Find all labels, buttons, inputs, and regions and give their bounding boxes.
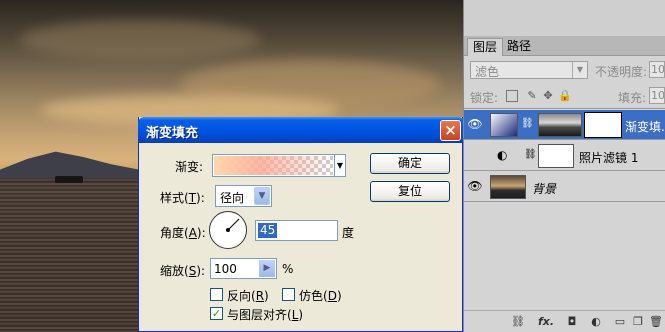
blend-mode-value: 滤色	[475, 65, 500, 79]
mask-icon[interactable]: ◘	[564, 314, 580, 330]
brush-icon[interactable]: ✎	[526, 90, 538, 102]
gradient-preview[interactable]	[212, 154, 335, 177]
fx-icon[interactable]: fx.	[536, 314, 556, 330]
close-button[interactable]: ×	[440, 120, 461, 141]
move-icon[interactable]: ✥	[542, 90, 554, 102]
lock-transparency-icon[interactable]	[506, 90, 518, 102]
dialog-title: 渐变填充	[146, 126, 199, 141]
layer-name: 照片滤镜 1	[579, 151, 639, 165]
layers-panel: 图层 路径 滤色 ▼ 不透明度: 100 锁定: ✎ ✥ 🔒 填充: 100 👁…	[463, 0, 665, 332]
adjustment-icon: ◐	[497, 148, 508, 162]
angle-input[interactable]: 45	[255, 220, 338, 241]
reset-button-label: 复位	[397, 184, 422, 198]
layer-row-photo-filter[interactable]: ◐ ⛓ 照片滤镜 1	[464, 141, 665, 171]
tab-layers[interactable]: 图层	[467, 38, 504, 56]
trash-icon[interactable]: 🗑	[648, 314, 664, 330]
ok-button[interactable]: 确定	[370, 153, 450, 174]
fill-label: 填充:	[618, 91, 647, 105]
triangle-right-icon[interactable]: ▶	[259, 260, 275, 277]
opacity-label: 不透明度:	[595, 65, 648, 79]
boat	[55, 176, 83, 183]
ok-button-label: 确定	[397, 156, 422, 170]
align-label: 与图层对齐(L)	[227, 308, 304, 322]
gradient-thumbnail	[490, 113, 518, 137]
scale-unit: %	[282, 262, 294, 276]
angle-input-value: 45	[258, 223, 278, 238]
gradient-label: 渐变:	[175, 160, 204, 174]
new-layer-icon[interactable]: ❐	[630, 314, 646, 330]
chevron-down-icon[interactable]: ▼	[254, 187, 270, 205]
panel-top-strip	[464, 0, 665, 36]
angle-label: 角度(A):	[160, 226, 206, 240]
style-label: 样式(T):	[160, 191, 205, 205]
adjustment-icon[interactable]: ◐	[588, 314, 604, 330]
dither-label: 仿色(D)	[299, 289, 342, 303]
white-mask-thumbnail	[584, 112, 622, 138]
link-icon[interactable]: ⛓	[510, 314, 526, 330]
style-select-value: 径向	[220, 191, 245, 205]
dialog-titlebar[interactable]: 渐变填充 ×	[138, 117, 465, 143]
blend-opacity-row: 滤色 ▼ 不透明度: 100	[464, 56, 665, 84]
eye-icon[interactable]: 👁	[467, 117, 483, 131]
eye-icon[interactable]: 👁	[467, 179, 483, 193]
lock-row: 锁定: ✎ ✥ 🔒 填充: 100	[464, 84, 665, 109]
scale-label: 缩放(S):	[160, 264, 206, 278]
panel-tabs: 图层 路径	[464, 36, 665, 56]
layer-mask-thumbnail	[538, 144, 574, 168]
layer-mask-thumbnail	[538, 113, 582, 137]
style-select[interactable]: 径向 ▼	[215, 185, 272, 207]
layer-name: 背景	[532, 182, 557, 196]
reverse-label: 反向(R)	[227, 289, 269, 303]
opacity-input[interactable]: 100	[649, 61, 665, 78]
reset-button[interactable]: 复位	[370, 181, 450, 202]
layer-row-gradient-fill[interactable]: 👁 ⛓ 渐变填...	[464, 110, 665, 140]
gradient-fill-dialog: 渐变填充 × 渐变: ▼ 确定 复位 样式(T): 径向 ▼ 角度(A): 45…	[138, 117, 465, 332]
angle-unit: 度	[342, 226, 355, 240]
scale-input-value: 100	[214, 262, 237, 276]
angle-dial[interactable]	[209, 211, 247, 249]
tab-paths[interactable]: 路径	[502, 38, 536, 56]
gradient-dropdown-arrow[interactable]: ▼	[335, 154, 346, 177]
layers-panel-footer: ⛓ fx. ◘ ◐ ▭ ❐ 🗑	[464, 310, 665, 332]
layer-name: 渐变填...	[625, 120, 665, 134]
checkmark-icon: ✓	[211, 307, 222, 320]
lock-icon[interactable]: 🔒	[558, 90, 572, 102]
scale-input[interactable]: 100 ▶	[210, 258, 277, 279]
triangle-down-icon: ▼	[336, 161, 344, 170]
close-icon: ×	[444, 121, 457, 139]
blend-mode-select[interactable]: 滤色 ▼	[470, 61, 588, 79]
lock-label: 锁定:	[470, 91, 499, 105]
background-thumbnail	[490, 175, 526, 199]
reverse-checkbox[interactable]	[210, 288, 223, 301]
link-icon: ⛓	[521, 118, 534, 129]
align-checkbox[interactable]: ✓	[210, 307, 223, 320]
eye-icon[interactable]	[467, 148, 483, 162]
layer-row-background[interactable]: 👁 背景	[464, 172, 665, 202]
cloud	[20, 20, 260, 60]
group-icon[interactable]: ▭	[612, 314, 628, 330]
fill-input[interactable]: 100	[649, 87, 665, 104]
link-icon: ⛓	[524, 149, 537, 160]
angle-needle-icon	[226, 218, 240, 232]
dither-checkbox[interactable]	[282, 288, 295, 301]
chevron-down-icon: ▼	[572, 62, 587, 78]
